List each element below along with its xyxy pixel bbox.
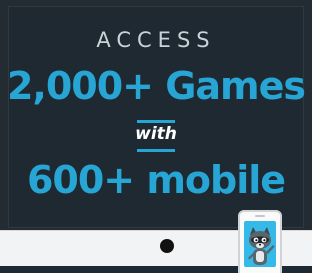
monitor-graphic: ACCESS 2,000+ Games with 600+ mobile xyxy=(0,0,312,273)
mobile-count-headline: 600+ mobile xyxy=(26,158,286,202)
phone-screen xyxy=(244,221,276,267)
mobile-phone-icon xyxy=(238,210,282,273)
access-label: ACCESS xyxy=(96,28,216,52)
with-top-rule xyxy=(137,120,175,123)
cartoon-raccoon-mascot-icon xyxy=(248,227,275,265)
with-label: with xyxy=(135,124,177,144)
phone-speaker xyxy=(255,215,265,217)
ad-banner[interactable]: ACCESS 2,000+ Games with 600+ mobile xyxy=(0,0,312,273)
games-count-headline: 2,000+ Games xyxy=(6,64,306,108)
monitor-home-button-icon xyxy=(160,239,174,253)
with-bottom-rule xyxy=(137,149,175,152)
